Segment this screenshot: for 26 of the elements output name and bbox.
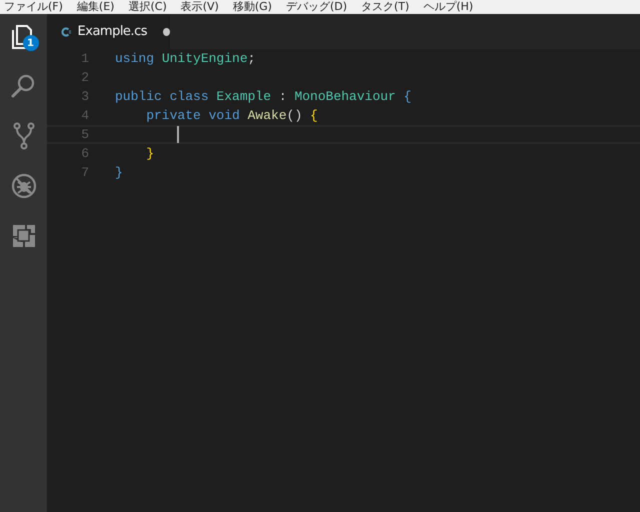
code-line: using UnityEngine; xyxy=(115,51,256,66)
editor-tab[interactable]: Example.cs xyxy=(47,14,170,49)
menu-item[interactable]: 編集(E) xyxy=(76,0,114,14)
line-number: 5 xyxy=(80,127,89,142)
unsaved-dot-icon[interactable] xyxy=(162,28,170,36)
line-number: 4 xyxy=(80,108,89,123)
line-number: 6 xyxy=(80,146,89,161)
menu-item[interactable]: タスク(T) xyxy=(361,0,410,14)
menu-item[interactable]: 移動(G) xyxy=(232,0,272,14)
count-badge: 1 xyxy=(22,35,38,51)
menu-item[interactable]: デバッグ(D) xyxy=(286,0,348,14)
menu-item[interactable]: ヘルプ(H) xyxy=(423,0,474,14)
code-line: public class Example : MonoBehaviour { xyxy=(115,89,412,104)
line-number: 3 xyxy=(80,89,89,104)
activity-button[interactable]: 1 xyxy=(8,20,40,52)
line-number: 1 xyxy=(80,51,89,66)
code-line: private void Awake() { xyxy=(145,108,318,123)
menu-item[interactable]: 選択(C) xyxy=(128,0,167,14)
csharp-icon xyxy=(61,26,72,38)
text-cursor xyxy=(177,126,180,143)
menu-item[interactable]: 表示(V) xyxy=(180,0,219,14)
line-number: 2 xyxy=(80,70,89,85)
code-line: } xyxy=(115,165,123,180)
code-line: } xyxy=(145,146,154,161)
line-number: 7 xyxy=(80,165,89,180)
menu-item[interactable]: ファイル(F) xyxy=(4,0,63,14)
